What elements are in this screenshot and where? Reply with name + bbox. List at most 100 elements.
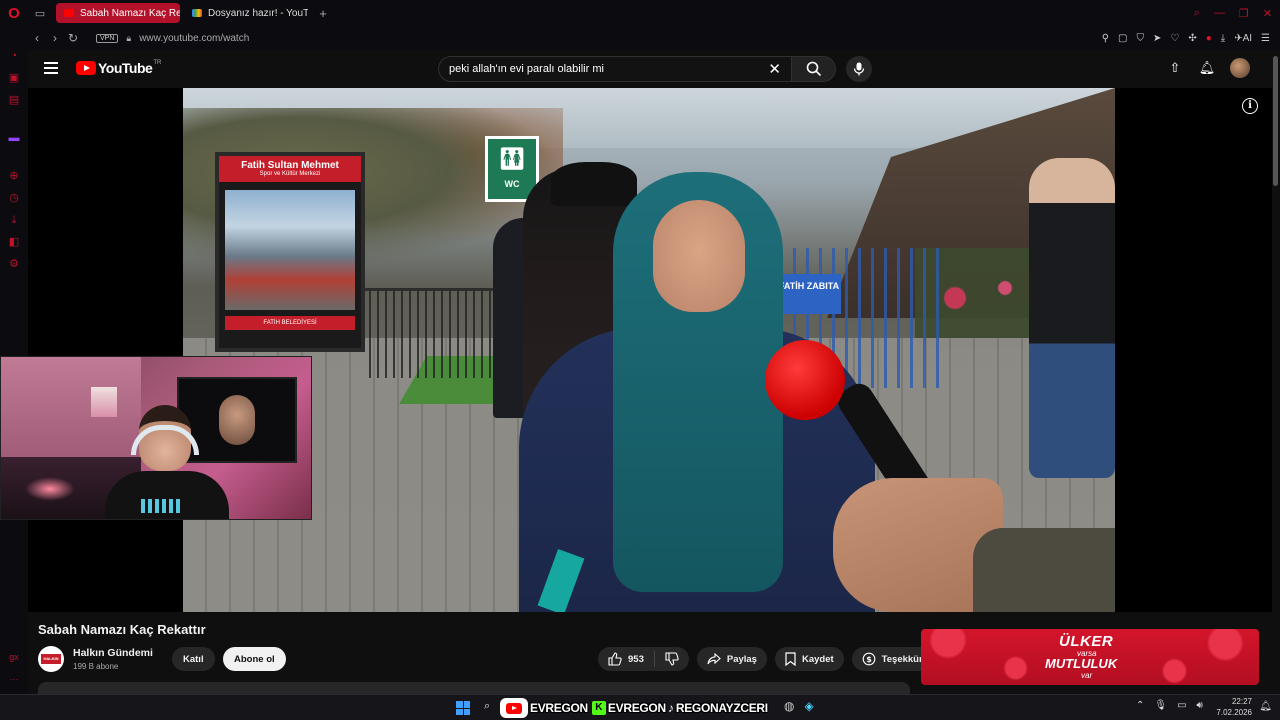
close-window-button[interactable]: ✕ <box>1263 7 1272 20</box>
app-icon[interactable]: ◍ <box>784 699 794 713</box>
search-tabs-icon[interactable]: ⌕ <box>1194 7 1200 20</box>
share-icon <box>707 653 721 665</box>
back-button[interactable]: ‹ <box>28 31 46 45</box>
stream-name-youtube: EVREGON <box>530 701 588 715</box>
tray-volume-icon[interactable]: 🔊︎ <box>1197 700 1203 711</box>
twitch-icon[interactable]: ▬ <box>8 132 20 144</box>
youtube-wordmark: YouTube <box>98 60 153 76</box>
snapshot-icon[interactable]: ▢ <box>1118 33 1127 44</box>
search-button[interactable] <box>792 56 836 82</box>
tray-chevron-icon[interactable]: ⌃ <box>1136 700 1144 711</box>
taskbar-clock[interactable]: 22:27 7.02.2026 <box>1216 696 1252 718</box>
description-box[interactable] <box>38 682 910 694</box>
hamburger-menu-icon[interactable] <box>44 62 58 74</box>
more-icon[interactable]: ··· <box>9 674 18 684</box>
video-actions: 953 Paylaş Kaydet $ Teşekkürler ⋯ <box>598 647 977 671</box>
downloads-icon[interactable]: ⤓ <box>8 214 20 226</box>
tiktok-icon: ♪ <box>667 701 674 715</box>
messenger-icon[interactable]: ▣ <box>8 72 20 84</box>
microphone-icon <box>853 62 865 76</box>
youtube-play-icon <box>76 61 96 75</box>
history-icon[interactable]: ◷ <box>8 192 20 204</box>
country-code: TR <box>153 60 162 66</box>
ai-label: AI <box>1242 32 1253 44</box>
aria-icon[interactable]: ◔ <box>8 50 20 62</box>
tray-mic-icon[interactable]: 🎙︎ <box>1154 700 1167 711</box>
streamer <box>105 405 229 519</box>
address-bar: ‹ › ↻ VPN 🔒︎ www.youtube.com/watch ⚲ ▢ ⛉… <box>28 26 1280 50</box>
profile-icon[interactable]: ● <box>1206 33 1212 44</box>
ai-button[interactable]: ✈AI <box>1234 33 1252 44</box>
join-button[interactable]: Katıl <box>172 647 215 671</box>
video-frame[interactable]: Fatih Sultan Mehmet Spor ve Kültür Merke… <box>183 88 1115 612</box>
account-avatar[interactable] <box>1230 58 1250 78</box>
like-button[interactable]: 953 <box>608 651 655 667</box>
taskbar-search-icon[interactable]: ⌕ <box>484 700 490 713</box>
channel-name[interactable]: Halkın Gündemi <box>73 647 153 659</box>
clear-search-icon[interactable]: ✕ <box>768 60 781 78</box>
tab-second[interactable]: Dosyanız hazır! - YouTube <box>184 3 308 23</box>
menu-icon[interactable]: ☰ <box>1261 33 1270 44</box>
app-icon-blue[interactable]: ◈ <box>804 699 813 713</box>
ad-brand: ÜLKER <box>1059 633 1114 650</box>
lock-icon[interactable]: 🔒︎ <box>126 33 131 44</box>
heart-icon[interactable]: ♡ <box>1170 33 1179 44</box>
shield-icon[interactable]: ⛉ <box>1136 33 1144 44</box>
new-tab-button[interactable]: + <box>314 6 332 21</box>
share-button[interactable]: Paylaş <box>696 647 767 671</box>
video-player[interactable]: Fatih Sultan Mehmet Spor ve Kültür Merke… <box>28 88 1272 612</box>
maximize-button[interactable]: ❐ <box>1239 7 1249 20</box>
tab-label: Dosyanız hazır! - YouTube <box>208 7 308 19</box>
page-scrollbar[interactable] <box>1273 56 1278 186</box>
notifications-bell-icon[interactable]: 🔔︎ <box>1198 59 1216 77</box>
settings-icon[interactable]: ⚙ <box>8 258 20 270</box>
ad-banner[interactable]: ÜLKER varsa MUTLULUK var <box>921 629 1259 685</box>
tab-active[interactable]: Sabah Namazı Kaç Rekattır <box>56 3 180 23</box>
video-title: Sabah Namazı Kaç Rekattır <box>38 622 206 637</box>
info-icon[interactable]: i <box>1242 98 1258 114</box>
puzzle-icon[interactable]: ✣ <box>1188 33 1196 44</box>
clock-date: 7.02.2026 <box>1216 708 1252 717</box>
extension-toolbar: ⚲ ▢ ⛉ ➤ ♡ ✣ ● ⤓ ✈AI ☰ <box>1102 26 1270 50</box>
youtube-favicon-icon <box>64 9 74 17</box>
dislike-button[interactable] <box>655 652 689 666</box>
vpn-badge[interactable]: VPN <box>96 33 119 43</box>
masthead-actions: ⇧ 🔔︎ <box>1166 58 1250 78</box>
channel-avatar[interactable]: HALKIN <box>38 646 64 672</box>
search-query: peki allah'ın evi paralı olabilir mi <box>449 63 604 75</box>
pin-icon[interactable]: ⚲ <box>1102 33 1109 44</box>
extensions-icon[interactable]: ◧ <box>8 236 20 248</box>
video-billboard: Fatih Sultan Mehmet Spor ve Kültür Merke… <box>215 152 365 352</box>
notification-center-icon[interactable]: 🔔︎ <box>1259 701 1272 712</box>
upload-icon[interactable]: ⇧ <box>1166 59 1184 77</box>
thumbs-down-icon <box>665 652 679 666</box>
subscribe-button[interactable]: Abone ol <box>223 647 286 671</box>
billboard-title: Fatih Sultan Mehmet <box>241 160 339 171</box>
kick-icon: K <box>591 701 606 715</box>
forward-button[interactable]: › <box>46 31 64 45</box>
reload-button[interactable]: ↻ <box>64 31 82 45</box>
workspaces-icon[interactable]: ▭ <box>28 0 52 26</box>
url-field[interactable]: www.youtube.com/watch <box>139 33 249 44</box>
youtube-app-icon[interactable] <box>500 698 528 718</box>
player-icon[interactable]: ▤ <box>8 94 20 106</box>
voice-search-button[interactable] <box>846 56 872 82</box>
start-button[interactable] <box>456 701 470 715</box>
save-label: Kaydet <box>801 653 834 665</box>
add-icon[interactable]: ⊕ <box>8 170 20 182</box>
super-thanks-icon: $ <box>862 652 876 666</box>
youtube-logo[interactable]: YouTube TR <box>76 60 161 76</box>
opera-logo-icon[interactable]: O <box>0 0 28 26</box>
youtube-masthead: YouTube TR peki allah'ın evi paralı olab… <box>28 50 1280 88</box>
tab-label: Sabah Namazı Kaç Rekattır <box>80 7 180 19</box>
gx-icon[interactable]: gx <box>9 652 19 662</box>
system-tray: ⌃ 🎙︎ ▭ 🔊︎ <box>1136 700 1203 711</box>
tray-display-icon[interactable]: ▭ <box>1177 700 1186 711</box>
stream-name-kick: EVREGON <box>607 701 666 715</box>
bookmark-icon <box>785 652 796 666</box>
save-button[interactable]: Kaydet <box>774 647 844 671</box>
minimize-button[interactable]: — <box>1214 7 1225 19</box>
send-icon[interactable]: ➤ <box>1153 33 1161 44</box>
download-icon[interactable]: ⤓ <box>1221 33 1225 44</box>
search-input[interactable]: peki allah'ın evi paralı olabilir mi ✕ <box>438 56 792 82</box>
